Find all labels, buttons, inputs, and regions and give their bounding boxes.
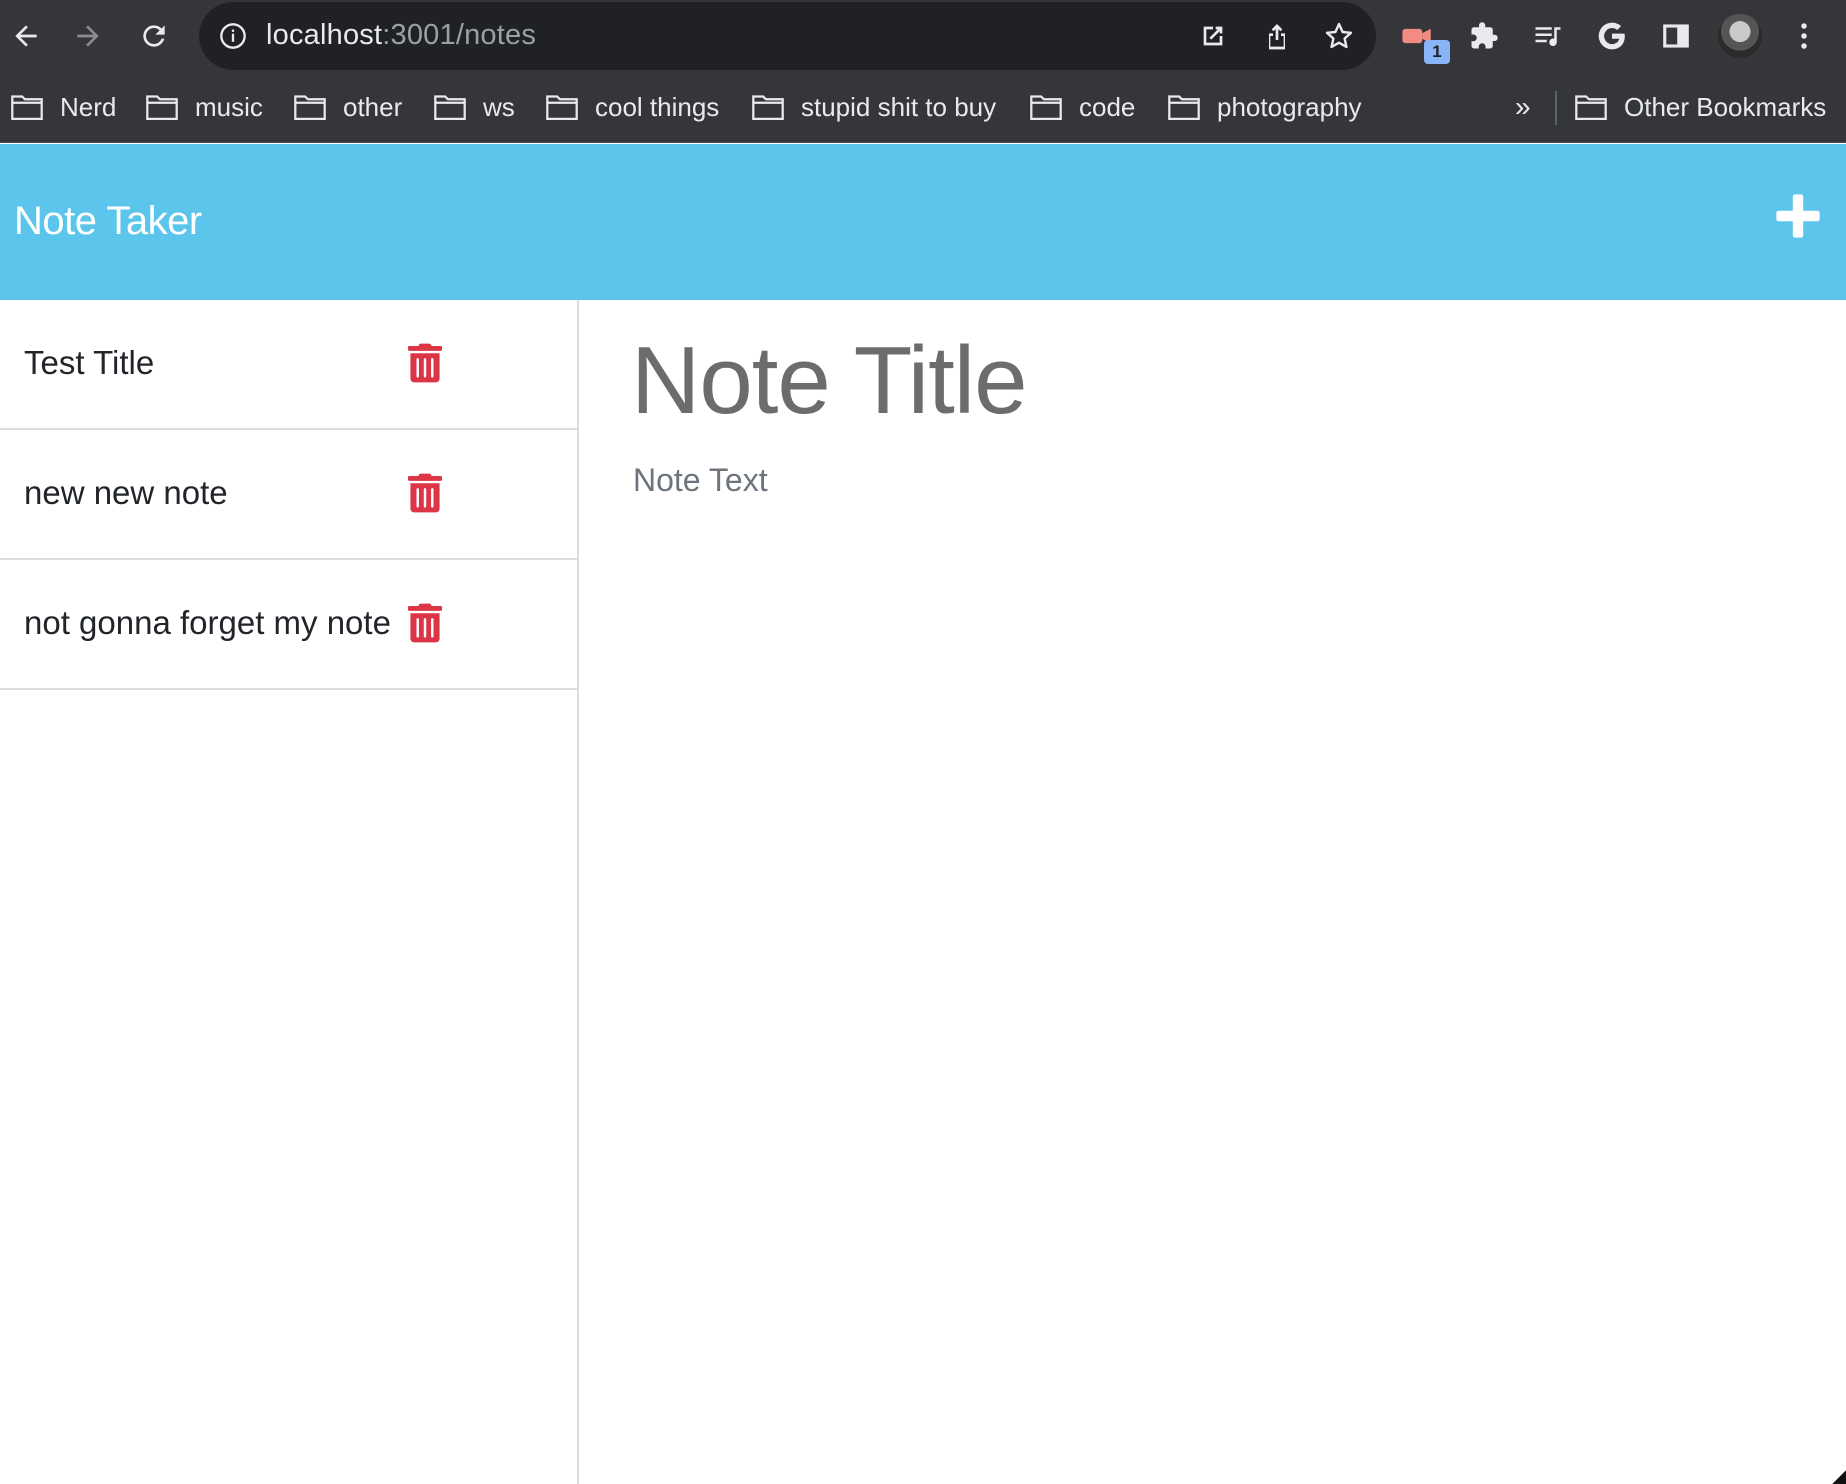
note-title-input[interactable]: Note Title — [631, 326, 1781, 436]
bookmark-folder-nerd[interactable]: Nerd — [10, 87, 116, 127]
bookmark-folder-photography[interactable]: photography — [1167, 87, 1362, 127]
app-title[interactable]: Note Taker — [14, 199, 202, 244]
media-queue-icon[interactable] — [1526, 14, 1570, 58]
folder-icon — [294, 95, 326, 121]
bookmarks-bar: Nerd music other ws cool things stupid s… — [0, 73, 1846, 143]
bookmark-label: stupid shit to buy — [801, 91, 997, 122]
bookmark-label: music — [195, 91, 263, 122]
folder-icon — [434, 95, 466, 121]
bookmark-label: other — [343, 91, 403, 122]
profile-avatar[interactable] — [1718, 14, 1762, 58]
google-icon[interactable] — [1590, 14, 1634, 58]
folder-icon — [546, 95, 578, 121]
notes-list: Test Title new new note not gonna forget… — [0, 300, 579, 1484]
bookmark-label: code — [1079, 91, 1136, 122]
bookmark-label: photography — [1217, 91, 1362, 122]
folder-icon — [1575, 95, 1607, 121]
note-title-label[interactable]: new new note — [24, 474, 228, 512]
bookmark-label: Nerd — [60, 91, 117, 122]
list-item[interactable]: not gonna forget my note — [0, 560, 577, 690]
window-resize-corner[interactable] — [1832, 1470, 1846, 1484]
list-item[interactable]: Test Title — [0, 300, 577, 430]
browser-toolbar: localhost:3001/notes 1 — [0, 0, 1846, 73]
url-text[interactable]: localhost:3001/notes — [266, 19, 536, 52]
bookmarks-overflow-button[interactable]: » — [1515, 87, 1531, 127]
note-title-label[interactable]: Test Title — [24, 344, 154, 382]
bookmark-folder-music[interactable]: music — [145, 87, 263, 127]
trash-icon[interactable] — [408, 473, 442, 513]
bookmark-label: Other Bookmarks — [1624, 91, 1827, 122]
bookmark-folder-stupid-shit-to-buy[interactable]: stupid shit to buy — [751, 87, 996, 127]
bookmark-folder-ws[interactable]: ws — [433, 87, 515, 127]
kebab-menu-icon[interactable] — [1782, 14, 1826, 58]
back-button[interactable] — [4, 14, 48, 58]
bookmark-folder-other[interactable]: other — [293, 87, 402, 127]
info-icon[interactable] — [219, 22, 247, 50]
forward-button[interactable] — [66, 14, 110, 58]
folder-icon — [752, 95, 784, 121]
note-text-textarea[interactable]: Note Text — [633, 462, 768, 499]
bookmark-label: ws — [483, 91, 515, 122]
folder-icon — [1030, 95, 1062, 121]
other-bookmarks-folder[interactable]: Other Bookmarks — [1574, 87, 1826, 127]
list-item[interactable]: new new note — [0, 430, 577, 560]
url-path: :3001/notes — [382, 19, 537, 51]
note-editor: Note Title Note Text — [581, 300, 1846, 1484]
open-in-new-icon[interactable] — [1197, 20, 1229, 52]
bookmark-label: cool things — [595, 91, 720, 122]
note-title-label[interactable]: not gonna forget my note — [24, 604, 391, 642]
puzzle-icon[interactable] — [1462, 14, 1506, 58]
address-bar[interactable]: localhost:3001/notes — [199, 2, 1376, 70]
bookmark-folder-code[interactable]: code — [1029, 87, 1135, 127]
reload-icon — [143, 25, 165, 47]
folder-icon — [146, 95, 178, 121]
app-navbar: Note Taker — [0, 144, 1846, 300]
arrow-left-icon — [15, 25, 37, 47]
folder-icon — [11, 95, 43, 121]
trash-icon[interactable] — [408, 343, 442, 383]
url-host: localhost — [266, 19, 383, 51]
extension-badge: 1 — [1424, 40, 1450, 64]
side-panel-icon[interactable] — [1654, 14, 1698, 58]
arrow-right-icon — [77, 25, 99, 47]
share-icon[interactable] — [1261, 20, 1293, 52]
trash-icon[interactable] — [408, 603, 442, 643]
add-note-icon[interactable] — [1772, 190, 1824, 242]
folder-icon — [1168, 95, 1200, 121]
bookmarks-divider — [1555, 91, 1557, 125]
reload-button[interactable] — [132, 14, 176, 58]
bookmark-folder-cool-things[interactable]: cool things — [545, 87, 719, 127]
star-icon[interactable] — [1323, 20, 1355, 52]
